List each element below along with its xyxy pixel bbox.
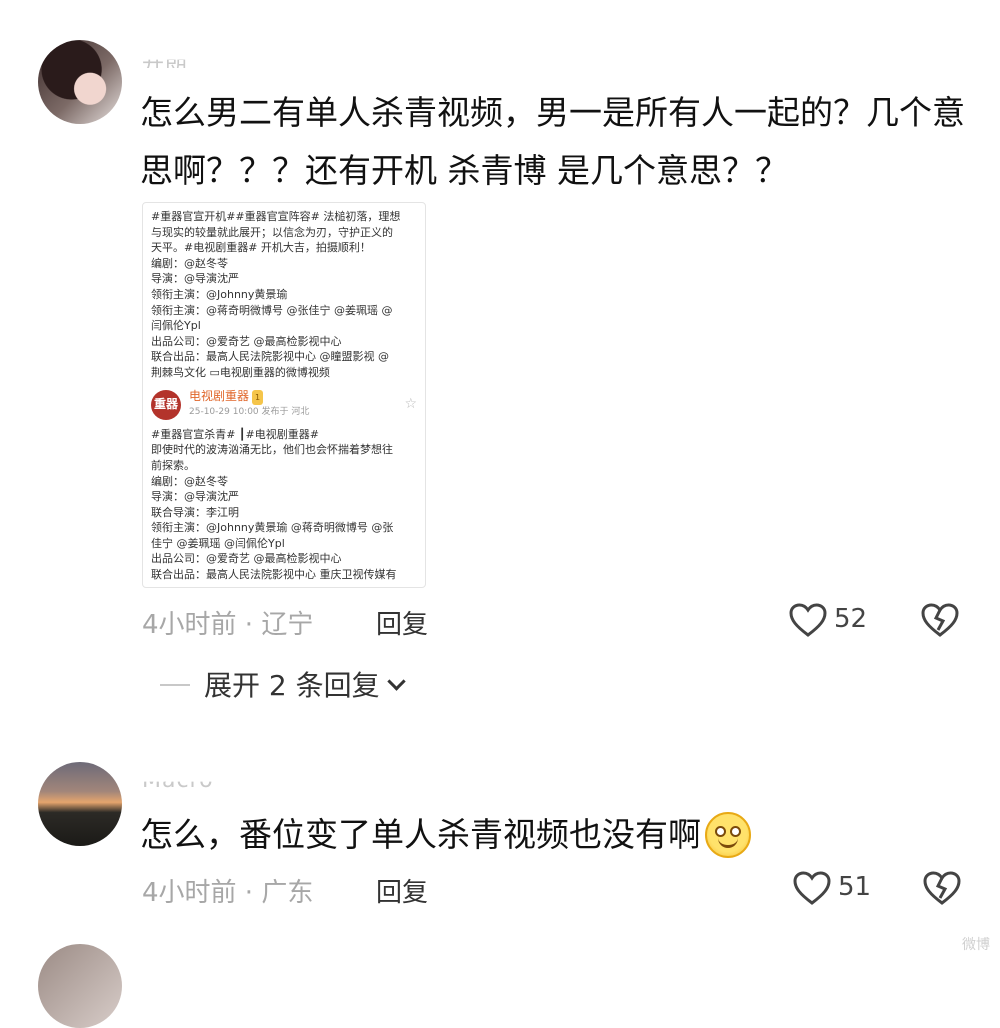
comment-text-body: 怎么，番位变了单人杀青视频也没有啊 — [140, 815, 701, 854]
embedded-post-text-1: #重器官宣开机##重器官宣阵容# 法槌初落，理想 与现实的较量就此展开；以信念为刃… — [151, 209, 417, 381]
embedded-author-row: 重器 电视剧重器 1 25-10-29 10:00 发布于 河北 ☆ — [151, 389, 417, 421]
embedded-line: 导演：@导演沈严 — [151, 490, 239, 504]
time-location: 4小时前 · 广东 — [142, 878, 314, 908]
star-icon: ☆ — [404, 395, 417, 412]
embedded-line: 领衔主演：@Johnny黄景瑜 @蒋奇明微博号 @张 — [151, 521, 394, 535]
embedded-post-text-2: #重器官宣杀青# ┃#电视剧重器# 即使时代的波涛汹涌无比，他们也会怀揣着梦想往前… — [151, 427, 417, 583]
post-date: 25-10-29 10:00 发布于 河北 — [189, 407, 310, 418]
embedded-line: 联合导演：李江明 — [151, 505, 239, 519]
avatar[interactable] — [38, 944, 122, 1028]
embedded-line: 编剧：@赵冬苓 — [151, 256, 228, 270]
smile-emoji-icon — [705, 812, 751, 858]
embedded-line: 领衔主演：@Johnny黄景瑜 — [151, 287, 288, 301]
like-count: 51 — [838, 872, 872, 902]
embedded-line: 导演：@导演沈严 — [151, 272, 239, 286]
embedded-line: 荆棘鸟文化 ▭电视剧重器的微博视频 — [151, 365, 330, 379]
reply-button[interactable]: 回复 — [376, 604, 428, 641]
embedded-line: 出品公司：@爱奇艺 @最高检影视中心 — [151, 334, 342, 348]
expand-label: 展开 2 条回复 — [204, 669, 380, 702]
embedded-line: 与现实的较量就此展开；以信念为刃，守护正义的 — [151, 225, 393, 239]
embedded-line: #重器官宣杀青# ┃#电视剧重器# — [151, 427, 319, 441]
comment-text: 怎么男二有单人杀青视频，男一是所有人一起的？几个意思啊？？？还有开机 杀青博 是… — [140, 93, 965, 190]
author-logo: 重器 — [151, 389, 181, 420]
embedded-line: 天平。#电视剧重器# 开机大吉，拍摄顺利！ — [151, 241, 371, 255]
avatar[interactable] — [38, 40, 122, 124]
chevron-down-icon — [386, 671, 406, 691]
comment-text: 怎么，番位变了单人杀青视频也没有啊 — [140, 806, 980, 864]
embedded-line: 闫佩伦Ypl — [151, 319, 201, 333]
heart-outline-icon[interactable] — [792, 870, 832, 906]
heart-outline-icon[interactable] — [788, 602, 828, 638]
embedded-line: 出品公司：@爱奇艺 @最高检影视中心 — [151, 552, 342, 566]
broken-heart-icon[interactable] — [920, 602, 960, 638]
expand-replies-button[interactable]: 展开 2 条回复 — [204, 664, 406, 704]
author-name: 电视剧重器 — [189, 388, 250, 403]
embedded-line: 联合出品：最高人民法院影视中心 @瞳盟影视 @ — [151, 350, 389, 364]
embedded-screenshot[interactable]: #重器官宣开机##重器官宣阵容# 法槌初落，理想 与现实的较量就此展开；以信念为刃… — [142, 202, 426, 588]
avatar[interactable] — [38, 762, 122, 846]
time-location: 4小时前 · 辽宁 — [142, 610, 314, 640]
reply-button[interactable]: 回复 — [376, 872, 428, 909]
embedded-line: 即使时代的波涛汹涌无比，他们也会怀揣着梦想往 — [151, 443, 393, 457]
like-count: 52 — [834, 604, 868, 634]
username[interactable]: Macro — [142, 782, 214, 790]
embedded-line: #重器官宣开机##重器官宣阵容# 法槌初落，理想 — [151, 210, 401, 223]
embedded-line: 前探索。 — [151, 458, 195, 472]
divider — [160, 684, 190, 686]
vip-badge: 1 — [252, 389, 264, 406]
embedded-line: 联合出品：最高人民法院影视中心 重庆卫视传媒有 — [151, 568, 397, 582]
embedded-line: 佳宁 @姜珮瑶 @闫佩伦Ypl — [151, 536, 285, 550]
embedded-line: 编剧：@赵冬苓 — [151, 474, 228, 488]
username[interactable]: 开朗 — [142, 60, 188, 68]
watermark: 微博 — [962, 937, 990, 953]
broken-heart-icon[interactable] — [922, 870, 962, 906]
embedded-line: 领衔主演：@蒋奇明微博号 @张佳宁 @姜珮瑶 @ — [151, 303, 393, 317]
